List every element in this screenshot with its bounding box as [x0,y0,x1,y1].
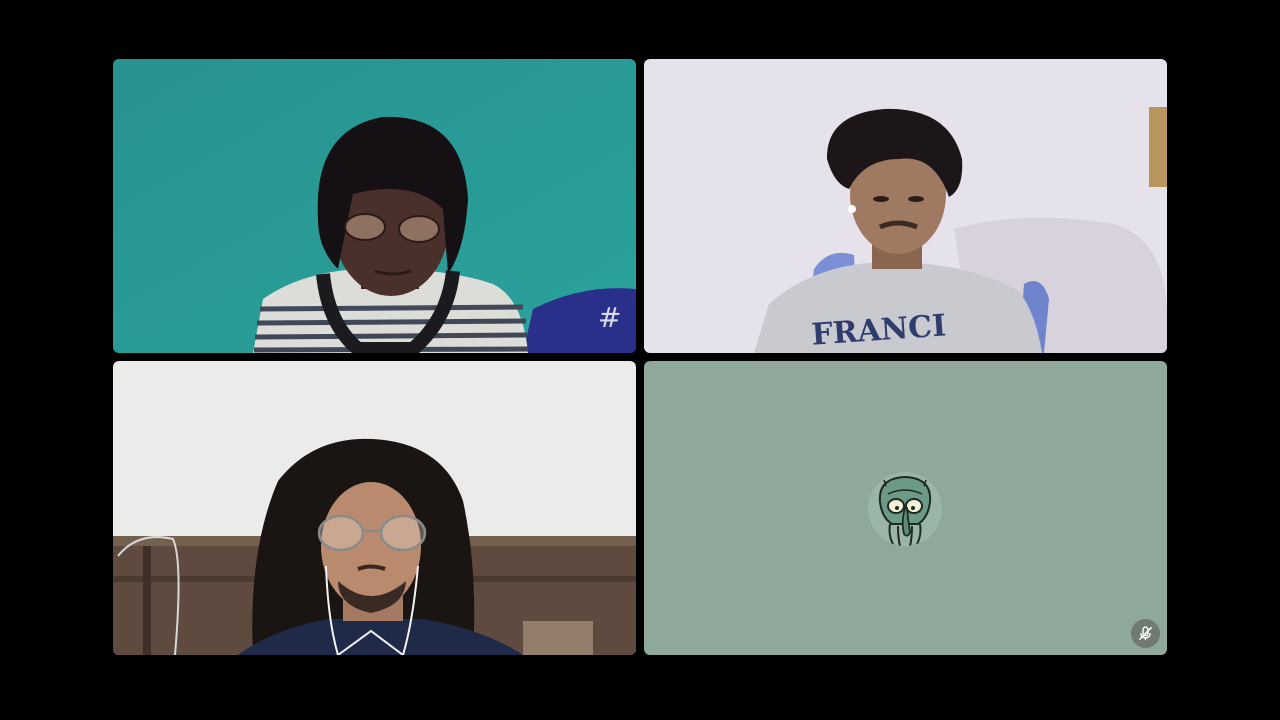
participant-video-tile-2[interactable]: FRANCI [644,59,1167,353]
cartoon-squid-face-avatar-icon [868,472,942,546]
participant-video-feed [113,361,636,655]
participant-video-tile-3[interactable] [113,361,636,655]
muted-indicator [1131,619,1160,648]
microphone-off-icon [1139,626,1152,640]
participant-video-feed: FRANCI [644,59,1167,353]
participant-avatar [868,472,942,546]
participant-video-feed: # [113,59,636,353]
participant-video-tile-1[interactable]: # [113,59,636,353]
participant-tile-camera-off[interactable] [644,361,1167,655]
svg-text:#: # [598,301,621,334]
video-call-grid: # FRANCI [0,0,1280,720]
